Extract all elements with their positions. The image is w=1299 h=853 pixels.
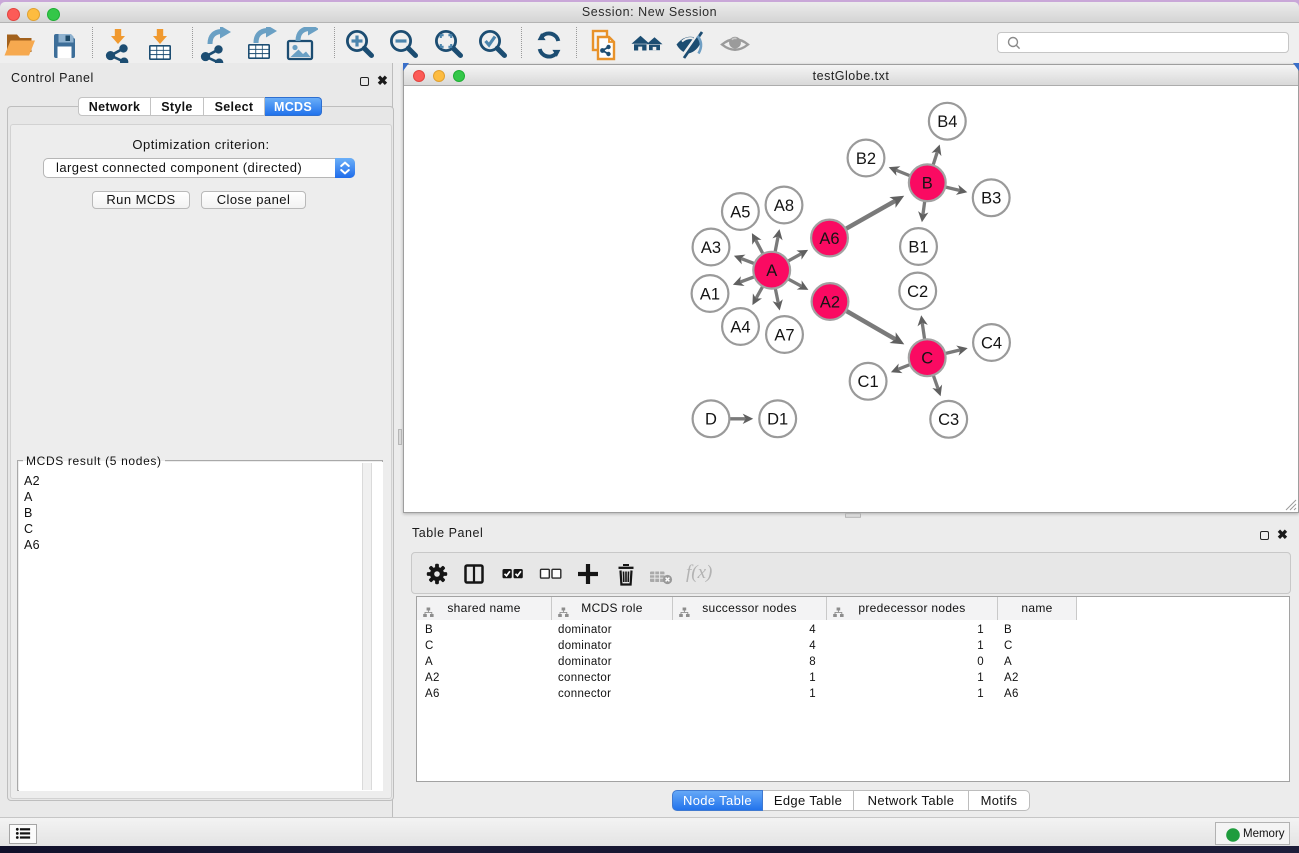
svg-text:B4: B4 — [937, 113, 957, 131]
svg-text:C2: C2 — [907, 283, 928, 301]
svg-text:B: B — [922, 175, 933, 193]
svg-text:A5: A5 — [730, 203, 750, 221]
svg-text:A4: A4 — [730, 318, 750, 336]
svg-text:C1: C1 — [858, 373, 879, 391]
svg-text:C3: C3 — [938, 411, 959, 429]
svg-text:A2: A2 — [820, 293, 840, 311]
svg-text:C4: C4 — [981, 334, 1002, 352]
svg-text:C: C — [921, 350, 933, 368]
svg-text:A8: A8 — [774, 197, 794, 215]
svg-text:A6: A6 — [819, 230, 839, 248]
svg-text:A3: A3 — [701, 239, 721, 257]
svg-text:D: D — [705, 411, 717, 429]
svg-text:B2: B2 — [856, 150, 876, 168]
svg-text:A1: A1 — [700, 285, 720, 303]
svg-text:B1: B1 — [908, 238, 928, 256]
svg-text:B3: B3 — [981, 190, 1001, 208]
svg-text:D1: D1 — [767, 411, 788, 429]
svg-text:A: A — [766, 262, 777, 280]
svg-text:A7: A7 — [774, 326, 794, 344]
